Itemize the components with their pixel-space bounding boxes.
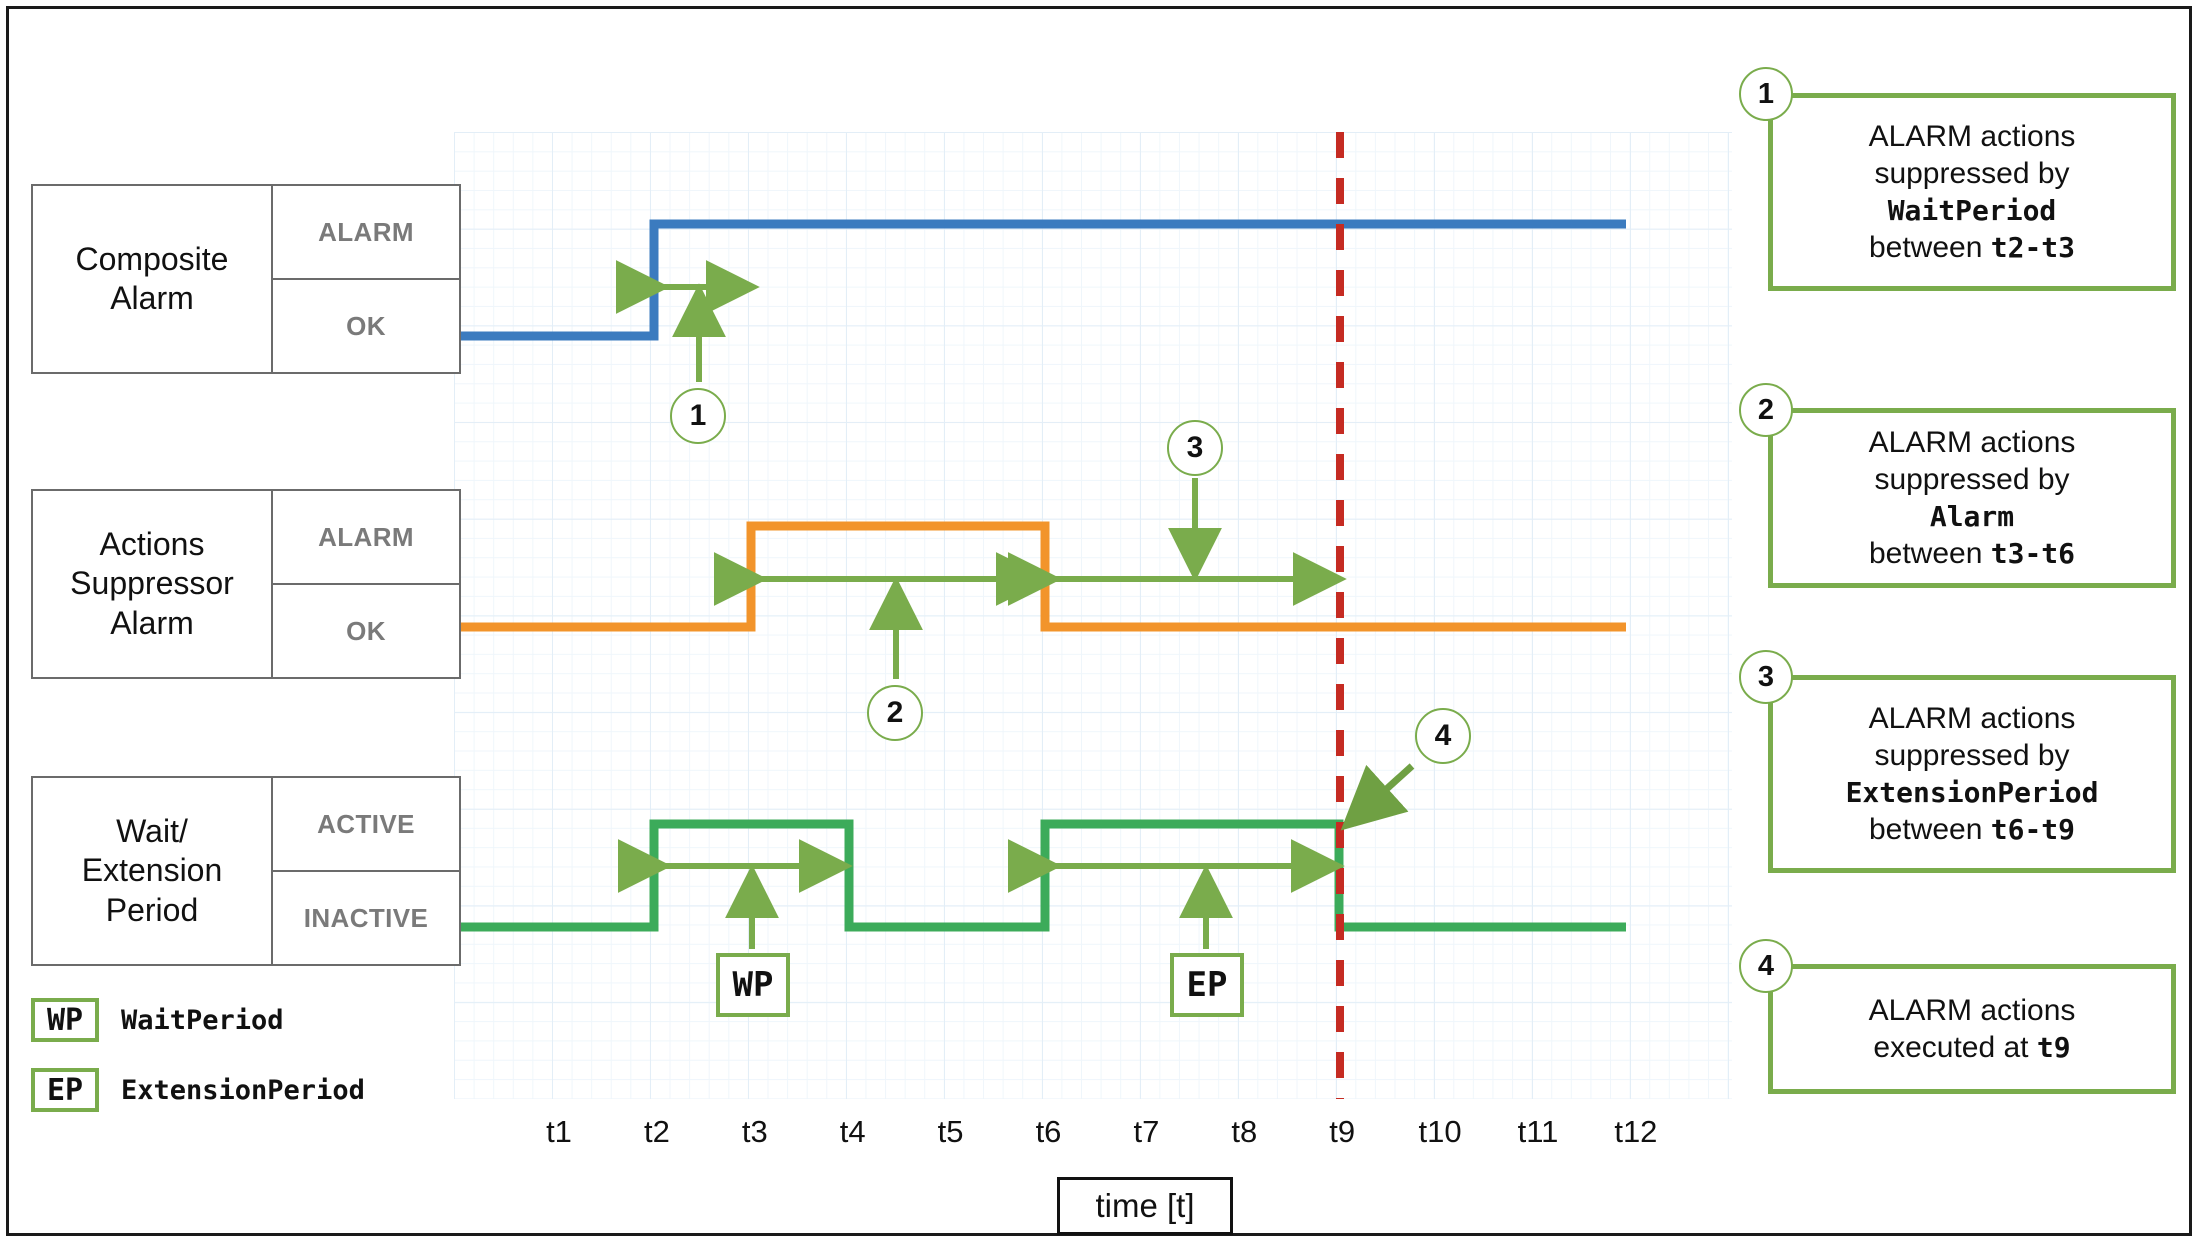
- callout-box-3: ALARM actions suppressed by ExtensionPer…: [1768, 675, 2176, 873]
- diagram-frame: Composite Alarm ALARM OK Actions Suppresso…: [6, 6, 2192, 1236]
- legend-item-wait-period: WP WaitPeriod: [31, 998, 284, 1042]
- legend-item-extension-period: EP ExtensionPeriod: [31, 1068, 365, 1112]
- state-alarm: ALARM: [318, 521, 414, 552]
- callout-1-line1: ALARM actions: [1868, 119, 2076, 153]
- state-ok: OK: [273, 278, 459, 372]
- callout-1-line2: suppressed by: [1874, 156, 2070, 190]
- x-axis-tick-t2: t2: [643, 1114, 670, 1149]
- chart-plot-area: [454, 132, 1732, 1099]
- row-label-name: Wait/Extension Period: [81, 813, 223, 928]
- callout-box-2: ALARM actions suppressed by Alarm betwee…: [1768, 408, 2176, 588]
- row-state-values: ALARM OK: [271, 491, 459, 677]
- x-axis-tick-t3: t3: [741, 1114, 768, 1149]
- row-label-actions-suppressor-alarm: Actions Suppressor Alarm ALARM OK: [31, 489, 461, 679]
- legend-label-extension-period: ExtensionPeriod: [121, 1074, 365, 1106]
- callout-box-1: ALARM actions suppressed by WaitPeriod b…: [1768, 93, 2176, 291]
- row-label-name: Composite Alarm: [75, 240, 229, 316]
- callout-1-line3: between: [1868, 231, 1991, 265]
- callout-2-line3: between: [1868, 537, 1991, 571]
- chart-marker-3: 3: [1167, 420, 1223, 476]
- x-axis-tick-t1: t1: [546, 1114, 572, 1149]
- badge-extension-period: EP: [1170, 953, 1244, 1017]
- callout-1-range: t2-t3: [1990, 231, 2076, 265]
- x-axis-tick-t6: t6: [1035, 1114, 1062, 1149]
- row-state-values: ACTIVE INACTIVE: [271, 778, 459, 964]
- callout-2-line1: ALARM actions: [1868, 425, 2076, 459]
- state-ok: OK: [273, 583, 459, 677]
- x-axis-title: time [t]: [1057, 1177, 1233, 1235]
- chart-marker-2: 2: [867, 685, 923, 741]
- callout-3-line1: ALARM actions: [1868, 701, 2076, 735]
- row-label-wait-extension-period: Wait/Extension Period ACTIVE INACTIVE: [31, 776, 461, 966]
- state-active: ACTIVE: [317, 808, 415, 839]
- row-label-name: Actions Suppressor Alarm: [70, 526, 234, 641]
- x-axis-tick-t4: t4: [839, 1114, 866, 1149]
- callout-number-1: 1: [1739, 67, 1793, 121]
- x-axis-tick-t8: t8: [1231, 1114, 1258, 1149]
- row-state-values: ALARM OK: [271, 186, 459, 372]
- callout-4-line1: ALARM actions: [1868, 993, 2076, 1027]
- legend-tag-wp: WP: [31, 998, 99, 1042]
- callout-3-term: ExtensionPeriod: [1845, 776, 2099, 809]
- x-axis-tick-t12: t12: [1614, 1114, 1658, 1149]
- x-axis-tick-t11: t11: [1517, 1114, 1559, 1149]
- callout-3-line3: between: [1868, 813, 1991, 847]
- callout-number-2: 2: [1739, 383, 1793, 437]
- chart-marker-4: 4: [1415, 708, 1471, 764]
- legend-label-wait-period: WaitPeriod: [121, 1004, 284, 1036]
- callout-4-line3: executed at: [1873, 1031, 2037, 1064]
- callout-2-line2: suppressed by: [1874, 462, 2070, 496]
- callout-2-term: Alarm: [1929, 500, 2015, 533]
- callout-number-3: 3: [1739, 650, 1793, 704]
- row-label-composite-alarm: Composite Alarm ALARM OK: [31, 184, 461, 374]
- badge-wait-period: WP: [716, 953, 790, 1017]
- x-axis-tick-t10: t10: [1418, 1114, 1462, 1149]
- callout-3-line2: suppressed by: [1874, 738, 2070, 772]
- x-axis-tick-t9: t9: [1329, 1114, 1356, 1149]
- state-inactive: INACTIVE: [273, 870, 459, 964]
- legend-tag-ep: EP: [31, 1068, 99, 1112]
- x-axis-tick-t5: t5: [937, 1114, 964, 1149]
- state-alarm: ALARM: [318, 216, 414, 247]
- callout-box-4: ALARM actions executed at t9: [1768, 964, 2176, 1094]
- callout-number-4: 4: [1739, 939, 1793, 993]
- callout-3-range: t6-t9: [1990, 813, 2076, 847]
- callout-2-range: t3-t6: [1990, 537, 2076, 571]
- x-axis-tick-t7: t7: [1133, 1114, 1160, 1149]
- callout-1-term: WaitPeriod: [1887, 194, 2057, 227]
- callout-4-range: t9: [2036, 1031, 2071, 1064]
- chart-marker-1: 1: [670, 388, 726, 444]
